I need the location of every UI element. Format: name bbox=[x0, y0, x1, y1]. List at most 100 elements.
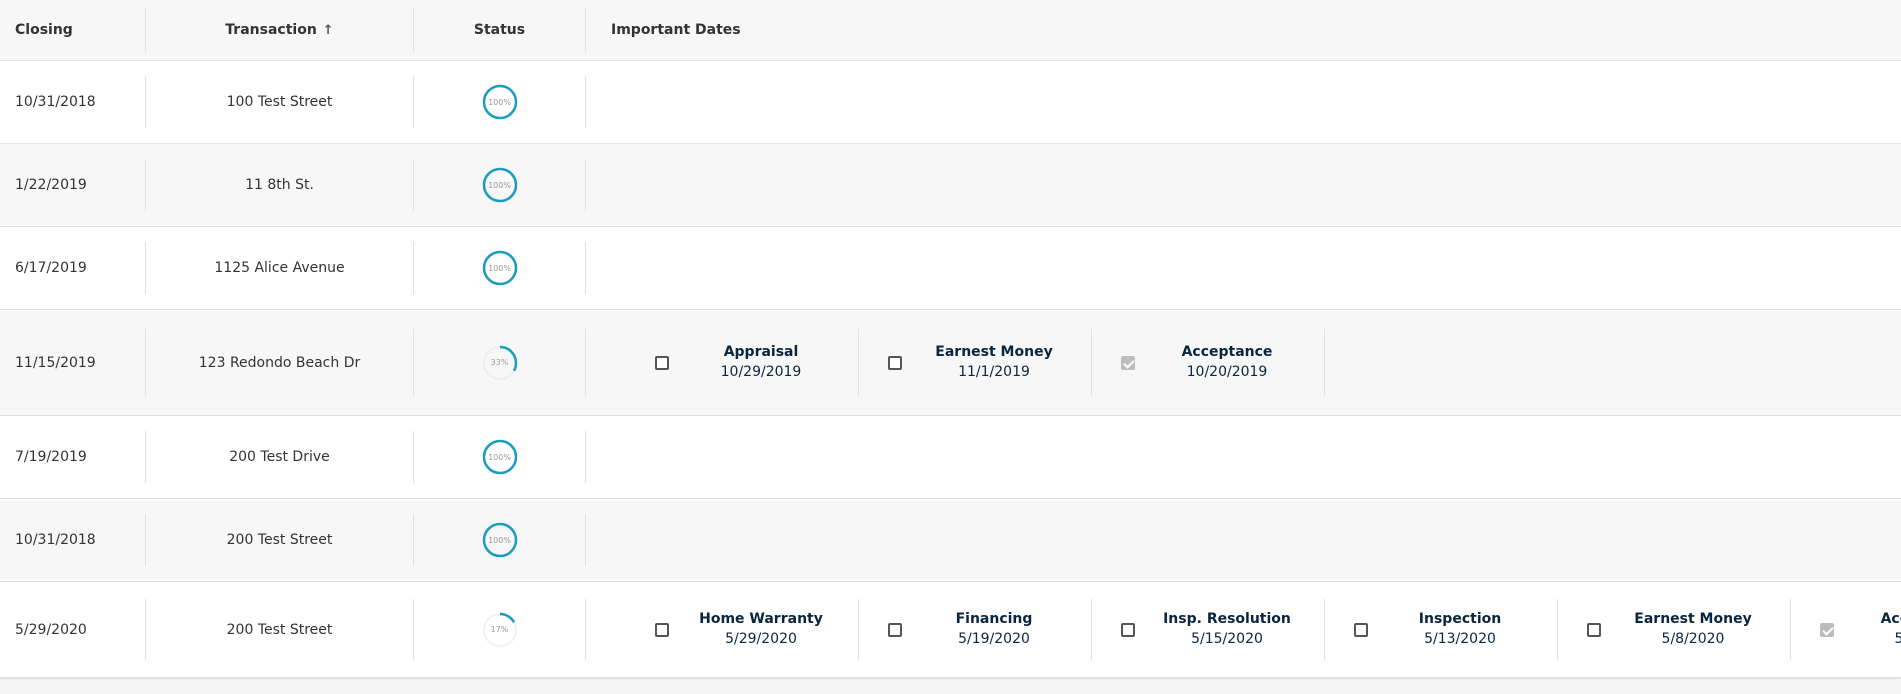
transaction-address[interactable]: 200 Test Drive bbox=[146, 416, 413, 498]
transaction-address-text: 200 Test Street bbox=[226, 621, 333, 638]
transaction-address[interactable]: 100 Test Street bbox=[146, 61, 413, 143]
date-label: Financing bbox=[955, 610, 1033, 627]
date-value: 5/29/2020 bbox=[725, 630, 797, 647]
transaction-address[interactable]: 123 Redondo Beach Dr bbox=[146, 310, 413, 415]
important-date-item: Acceptance 10/20/2019 bbox=[1052, 310, 1325, 415]
column-divider bbox=[585, 76, 586, 128]
table-row[interactable]: 5/29/2020 200 Test Street 17% Home Warra… bbox=[0, 582, 1901, 678]
column-divider bbox=[585, 242, 586, 294]
status-cell: 100% bbox=[414, 144, 585, 226]
progress-percent: 100% bbox=[488, 97, 511, 107]
progress-ring: 100% bbox=[482, 522, 518, 558]
column-header-transaction-label: Transaction bbox=[225, 22, 317, 38]
table-row[interactable]: 6/17/2019 1125 Alice Avenue 100% bbox=[0, 227, 1901, 310]
date-value: 10/20/2019 bbox=[1186, 363, 1268, 380]
important-date-item: Financing 5/19/2020 bbox=[819, 582, 1092, 677]
table-header: Closing Transaction ↑ Status Important D… bbox=[0, 0, 1901, 61]
important-date-item: Inspection 5/13/2020 bbox=[1285, 582, 1558, 677]
date-label: Acceptance bbox=[1181, 343, 1273, 360]
important-date-item: Acceptance 5/1/2020 bbox=[1751, 582, 1901, 677]
closing-date: 5/29/2020 bbox=[15, 582, 87, 677]
important-dates-list: Appraisal 10/29/2019 Earnest Money 11/1/… bbox=[586, 310, 1901, 415]
progress-ring: 33% bbox=[482, 345, 518, 381]
transactions-table: Closing Transaction ↑ Status Important D… bbox=[0, 0, 1901, 678]
important-date-item: Earnest Money 5/8/2020 bbox=[1518, 582, 1791, 677]
date-label: Insp. Resolution bbox=[1163, 610, 1291, 627]
transaction-address-text: 100 Test Street bbox=[226, 94, 333, 110]
date-label: Inspection bbox=[1418, 610, 1502, 627]
date-value: 5/19/2020 bbox=[958, 630, 1030, 647]
date-checkbox[interactable] bbox=[888, 355, 902, 370]
status-cell: 100% bbox=[414, 499, 585, 581]
transaction-address-text: 200 Test Drive bbox=[229, 449, 330, 465]
status-cell: 33% bbox=[414, 310, 585, 415]
progress-percent: 100% bbox=[488, 452, 511, 462]
date-checkbox[interactable] bbox=[1820, 622, 1834, 637]
column-header-closing[interactable]: Closing bbox=[15, 0, 73, 60]
column-header-transaction[interactable]: Transaction ↑ bbox=[146, 0, 413, 60]
transaction-address-text: 11 8th St. bbox=[245, 177, 314, 193]
closing-date-text: 1/22/2019 bbox=[15, 177, 87, 193]
closing-date: 1/22/2019 bbox=[15, 144, 87, 226]
closing-date-text: 11/15/2019 bbox=[15, 354, 96, 371]
column-divider bbox=[585, 431, 586, 483]
progress-percent: 100% bbox=[488, 263, 511, 273]
column-divider bbox=[585, 514, 586, 566]
progress-ring: 100% bbox=[482, 250, 518, 286]
transaction-address-text: 1125 Alice Avenue bbox=[214, 260, 345, 276]
date-checkbox[interactable] bbox=[1121, 355, 1135, 370]
date-divider bbox=[1324, 329, 1325, 396]
closing-date-text: 5/29/2020 bbox=[15, 621, 87, 638]
closing-date: 6/17/2019 bbox=[15, 227, 87, 309]
closing-date-text: 7/19/2019 bbox=[15, 449, 87, 465]
progress-percent: 100% bbox=[488, 535, 511, 545]
date-value: 10/29/2019 bbox=[720, 363, 802, 380]
closing-date: 10/31/2018 bbox=[15, 61, 96, 143]
important-date-item: Earnest Money 11/1/2019 bbox=[819, 310, 1092, 415]
closing-date-text: 6/17/2019 bbox=[15, 260, 87, 276]
progress-ring: 100% bbox=[482, 439, 518, 475]
status-cell: 100% bbox=[414, 61, 585, 143]
closing-date-text: 10/31/2018 bbox=[15, 532, 96, 548]
closing-date: 11/15/2019 bbox=[15, 310, 96, 415]
table-row[interactable]: 10/31/2018 100 Test Street 100% bbox=[0, 61, 1901, 144]
date-value: 5/15/2020 bbox=[1191, 630, 1263, 647]
status-cell: 17% bbox=[414, 582, 585, 677]
important-dates-list: Home Warranty 5/29/2020 Financing 5/19/2… bbox=[586, 582, 1901, 677]
closing-date: 10/31/2018 bbox=[15, 499, 96, 581]
progress-percent: 17% bbox=[490, 625, 509, 634]
column-header-closing-label: Closing bbox=[15, 22, 73, 38]
date-label: Acceptance bbox=[1880, 610, 1901, 627]
date-checkbox[interactable] bbox=[1354, 622, 1368, 637]
transaction-address[interactable]: 1125 Alice Avenue bbox=[146, 227, 413, 309]
table-row[interactable]: 7/19/2019 200 Test Drive 100% bbox=[0, 416, 1901, 499]
date-label: Appraisal bbox=[723, 343, 799, 360]
table-row[interactable]: 11/15/2019 123 Redondo Beach Dr 33% Appr… bbox=[0, 310, 1901, 416]
progress-ring: 17% bbox=[482, 612, 518, 648]
column-header-important-dates[interactable]: Important Dates bbox=[611, 0, 741, 60]
date-checkbox[interactable] bbox=[655, 622, 669, 637]
date-checkbox[interactable] bbox=[888, 622, 902, 637]
date-label: Earnest Money bbox=[935, 343, 1053, 360]
sort-ascending-icon[interactable]: ↑ bbox=[323, 23, 334, 38]
transaction-address[interactable]: 200 Test Street bbox=[146, 582, 413, 677]
closing-date: 7/19/2019 bbox=[15, 416, 87, 498]
progress-ring: 100% bbox=[482, 167, 518, 203]
date-checkbox[interactable] bbox=[655, 355, 669, 370]
transaction-address[interactable]: 200 Test Street bbox=[146, 499, 413, 581]
column-divider bbox=[585, 8, 586, 52]
date-value: 5/1/2020 bbox=[1894, 630, 1901, 647]
status-cell: 100% bbox=[414, 227, 585, 309]
important-date-item: Home Warranty 5/29/2020 bbox=[586, 582, 859, 677]
transaction-address-text: 200 Test Street bbox=[226, 532, 333, 548]
date-checkbox[interactable] bbox=[1587, 622, 1601, 637]
progress-percent: 100% bbox=[488, 180, 511, 190]
date-label: Earnest Money bbox=[1634, 610, 1752, 627]
column-header-status[interactable]: Status bbox=[414, 0, 585, 60]
table-row[interactable]: 1/22/2019 11 8th St. 100% bbox=[0, 144, 1901, 227]
table-row[interactable]: 10/31/2018 200 Test Street 100% bbox=[0, 499, 1901, 582]
important-date-item: Appraisal 10/29/2019 bbox=[586, 310, 859, 415]
transaction-address[interactable]: 11 8th St. bbox=[146, 144, 413, 226]
date-value: 11/1/2019 bbox=[958, 363, 1030, 380]
date-checkbox[interactable] bbox=[1121, 622, 1135, 637]
